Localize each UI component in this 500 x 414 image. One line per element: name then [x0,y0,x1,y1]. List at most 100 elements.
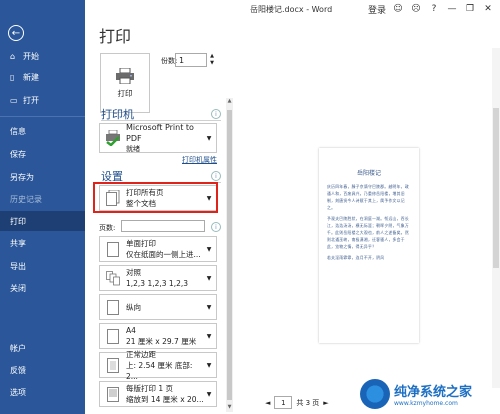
nav-separator [0,116,85,117]
setting-line1: 对照 [126,268,141,277]
chevron-down-icon: ▼ [206,134,212,142]
pages-input[interactable] [121,220,205,232]
nav-account[interactable]: 帐户 [0,338,85,358]
new-doc-icon: ▯ [10,72,15,82]
doc-title: 岳阳楼记 [356,170,381,177]
home-icon: ⌂ [10,51,16,61]
collate-icon [104,267,122,289]
chevron-down-icon: ▼ [206,245,212,253]
chevron-down-icon: ▼ [206,390,212,398]
preview-scroll-thumb[interactable] [493,108,499,268]
doc-paragraph: 庆历四年春，滕子京谪守巴陵郡。越明年，政通人和，百废具兴。乃重修岳阳楼，增其旧制… [327,184,409,210]
setting-line1: 每版打印 1 页 [126,384,174,393]
paper-size-dropdown[interactable]: A4 21 厘米 x 29.7 厘米 ▼ [99,323,217,349]
paper-icon [104,325,122,347]
pages-per-sheet-dropdown[interactable]: 每版打印 1 页缩放到 14 厘米 x 20... ▼ [99,381,217,407]
folder-icon: ▭ [10,95,18,105]
page-title: 打印 [99,27,132,46]
nav-print[interactable]: 打印 [0,211,85,231]
spin-down-icon[interactable]: ▼ [208,60,216,67]
watermark-url: www.kzmyhome.com [394,400,458,407]
scroll-up-icon[interactable]: ▲ [226,98,233,106]
setting-line2: 上: 2.54 厘米 底部: 2... [126,360,193,381]
setting-line1: 单面打印 [126,239,156,248]
print-pane: 打印 打印 份数: 1 ▲ ▼ 打印机 i Microsoft Print to … [85,18,500,414]
copies-input[interactable]: 1 [175,53,207,67]
nav-save-as[interactable]: 另存为 [0,167,85,187]
printer-properties-link[interactable]: 打印机属性 [182,155,217,165]
frown-feedback-icon[interactable]: ☹ [410,3,422,15]
prev-page-icon[interactable]: ◄ [265,399,270,407]
collate-dropdown[interactable]: 对照 1,2,3 1,2,3 1,2,3 ▼ [99,265,217,291]
portrait-icon [104,296,122,318]
printer-dropdown[interactable]: Microsoft Print to PDF 就绪 ▼ [99,123,217,153]
printer-status: 就绪 [126,144,140,153]
close-icon[interactable]: ✕ [482,3,494,15]
print-button[interactable]: 打印 [100,53,150,113]
page-navigator: ◄ 1 共 3 页 ► [265,396,329,409]
orientation-dropdown[interactable]: 纵向 ▼ [99,294,217,320]
nav-info[interactable]: 信息 [0,121,85,141]
pages-label: 页数: [99,224,116,232]
setting-line2: 1,2,3 1,2,3 1,2,3 [126,279,189,288]
nav-options[interactable]: 选项 [0,382,85,402]
page-total: 共 3 页 [296,398,320,407]
printer-icon [116,67,134,84]
chevron-down-icon: ▼ [206,361,212,369]
next-page-icon[interactable]: ► [323,399,328,407]
restore-icon[interactable]: ❐ [464,3,476,15]
margins-dropdown[interactable]: 正常边距 上: 2.54 厘米 底部: 2... ▼ [99,349,217,381]
watermark-logo-icon [360,379,390,409]
setting-line1: 正常边距 [126,349,156,359]
info-icon[interactable]: i [211,109,221,119]
smile-feedback-icon[interactable]: ☺ [392,3,404,15]
nav-close[interactable]: 关闭 [0,278,85,298]
sign-in-link[interactable]: 登录 [368,3,386,16]
single-page-icon [104,238,122,260]
chevron-down-icon: ▼ [206,303,212,311]
watermark-title: 纯净系统之家 [394,385,473,400]
spin-up-icon[interactable]: ▲ [208,53,216,60]
scrollbar-thumb[interactable] [227,110,232,400]
doc-paragraph: 予观夫巴陵胜状，在洞庭一湖。衔远山，吞长江，浩浩汤汤，横无际涯；朝晖夕阴，气象万… [327,216,409,249]
help-icon[interactable]: ? [428,3,440,15]
window-title: 岳阳楼记.docx - Word [250,5,333,14]
margins-icon [104,354,122,376]
backstage-sidebar: ← ⌂ 开始 ▯ 新建 ▭ 打开 信息 保存 另存为 历史记录 打印 共享 导出 关闭… [0,0,85,414]
scroll-down-icon[interactable]: ▼ [226,404,233,412]
back-arrow-icon[interactable]: ← [8,25,24,41]
title-bar-right: 登录 ☺ ☹ ? — ❐ ✕ [368,0,500,18]
pages-per-sheet-icon [104,383,122,405]
doc-paragraph: 若夫淫雨霏霏，连月不开，阴风 [327,255,385,260]
nav-save[interactable]: 保存 [0,144,85,164]
printer-ready-icon [104,127,122,149]
printer-name: Microsoft Print to PDF [126,122,194,143]
nav-history: 历史记录 [10,194,42,204]
chevron-down-icon: ▼ [206,332,212,340]
nav-new[interactable]: ▯ 新建 [0,67,85,87]
title-bar: 岳阳楼记.docx - Word 登录 ☺ ☹ ? — ❐ ✕ [85,0,500,18]
nav-share[interactable]: 共享 [0,233,85,253]
current-page-input[interactable]: 1 [274,396,293,409]
info-icon[interactable]: i [211,222,221,232]
copies-spinner[interactable]: ▲ ▼ [208,53,216,67]
nav-feedback[interactable]: 反馈 [0,360,85,380]
setting-line1: A4 [126,326,136,335]
setting-line1: 纵向 [126,302,141,312]
setting-line2: 仅在纸面的一侧上进... [126,250,201,259]
minimize-icon[interactable]: — [446,3,458,15]
info-icon[interactable]: i [211,171,221,181]
print-preview: 岳阳楼记 庆历四年春，滕子京谪守巴陵郡。越明年，政通人和，百废具兴。乃重修岳阳楼… [245,48,500,408]
print-button-label: 打印 [117,88,133,98]
highlight-box [93,182,218,213]
nav-export[interactable]: 导出 [0,256,85,276]
preview-page: 岳阳楼记 庆历四年春，滕子京谪守巴陵郡。越明年，政通人和，百废具兴。乃重修岳阳楼… [319,148,419,343]
sides-dropdown[interactable]: 单面打印仅在纸面的一侧上进... ▼ [99,236,217,262]
chevron-down-icon: ▼ [206,274,212,282]
setting-line2: 21 厘米 x 29.7 厘米 [126,337,197,346]
watermark: 纯净系统之家 www.kzmyhome.com [360,374,500,414]
nav-open[interactable]: ▭ 打开 [0,90,85,110]
settings-scrollbar[interactable]: ▲ ▼ [226,98,233,412]
nav-home[interactable]: ⌂ 开始 [0,46,85,66]
preview-scrollbar[interactable] [492,48,500,388]
